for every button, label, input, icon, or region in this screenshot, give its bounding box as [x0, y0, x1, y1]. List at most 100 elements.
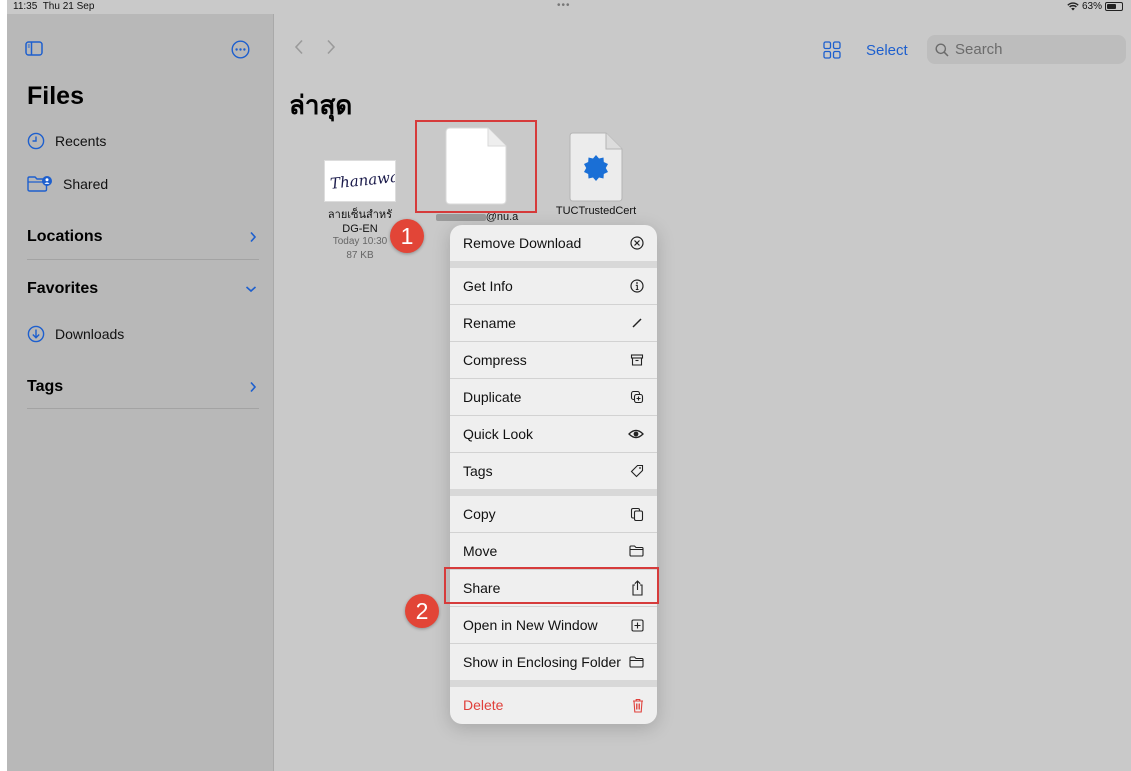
sidebar-item-label: Shared — [63, 176, 109, 192]
ipad-screen: 11:35 Thu 21 Sep ••• 63% Files Recents S… — [7, 0, 1131, 771]
chevron-down-icon — [245, 286, 257, 293]
sidebar-item-shared[interactable]: Shared — [27, 175, 108, 193]
sidebar-toggle-button[interactable] — [25, 41, 43, 61]
sidebar-title: Files — [27, 82, 84, 110]
shared-folder-icon — [27, 176, 52, 192]
menu-item-label: Quick Look — [463, 426, 534, 442]
context-menu: Remove Download Get Info Rename Compress… — [450, 225, 657, 724]
file-name: ลายเซ็นสําหรั — [327, 209, 393, 221]
ellipsis-circle-icon — [231, 40, 250, 59]
status-time-date: 11:35 Thu 21 Sep — [13, 1, 94, 12]
wifi-icon — [1067, 2, 1079, 11]
menu-item-label: Copy — [463, 506, 496, 522]
battery-percent: 63% — [1081, 1, 1102, 12]
menu-item-delete[interactable]: Delete — [450, 687, 657, 723]
sidebar-section-locations[interactable]: Locations — [27, 228, 257, 246]
view-mode-button[interactable] — [823, 41, 841, 64]
menu-item-move[interactable]: Move — [450, 533, 657, 569]
battery-icon — [1105, 2, 1123, 11]
signature-image: Thanawal — [329, 167, 396, 193]
info-icon — [630, 279, 644, 293]
annotation-highlight-file — [415, 120, 537, 213]
divider — [27, 408, 259, 409]
file-item-cert[interactable]: TUCTrustedCert — [546, 132, 646, 217]
menu-group-separator — [450, 261, 657, 268]
eye-icon — [628, 429, 644, 439]
sidebar-item-label: Recents — [55, 133, 107, 149]
file-size: 87 KB — [346, 250, 374, 261]
section-label: Locations — [27, 228, 103, 245]
archivebox-icon — [630, 354, 644, 366]
menu-item-label: Compress — [463, 352, 527, 368]
sidebar-section-tags[interactable]: Tags — [27, 378, 257, 396]
menu-item-label: Get Info — [463, 278, 513, 294]
pencil-icon — [632, 318, 642, 328]
redacted-text — [435, 213, 486, 221]
main-content: Select Search ล่าสุด Thanawal ลายเซ็นสํา… — [274, 14, 1131, 771]
sidebar-icon — [25, 41, 43, 56]
menu-item-compress[interactable]: Compress — [450, 342, 657, 378]
menu-item-get-info[interactable]: Get Info — [450, 268, 657, 304]
annotation-badge-2: 2 — [405, 594, 439, 628]
file-name: TUCTrustedCert — [555, 205, 637, 217]
sidebar: Files Recents Shared Locations Favorites… — [7, 14, 274, 771]
menu-group-separator — [450, 489, 657, 496]
section-label: Favorites — [27, 280, 99, 297]
tag-icon — [630, 464, 644, 478]
menu-item-label: Move — [463, 543, 498, 559]
menu-group-separator — [450, 680, 657, 687]
sidebar-item-downloads[interactable]: Downloads — [27, 325, 124, 343]
section-label: Tags — [27, 378, 64, 395]
grid-view-icon — [823, 41, 841, 59]
clock-icon — [27, 132, 45, 150]
battery-level — [1107, 4, 1116, 9]
menu-item-label: Show in Enclosing Folder — [463, 654, 621, 670]
copy-icon — [630, 507, 644, 521]
chevron-right-icon — [250, 231, 257, 243]
chevron-right-icon — [250, 381, 257, 393]
navigation-arrows — [294, 39, 336, 55]
select-button[interactable]: Select — [866, 42, 908, 59]
certificate-icon — [569, 132, 623, 202]
sidebar-section-favorites[interactable]: Favorites — [27, 280, 257, 298]
trash-icon — [633, 698, 643, 713]
x-circle-icon — [630, 236, 644, 250]
menu-item-label: Tags — [463, 463, 493, 479]
status-bar: 11:35 Thu 21 Sep ••• 63% — [7, 0, 1131, 14]
status-date: Thu 21 Sep — [42, 1, 95, 12]
search-field[interactable]: Search — [927, 35, 1126, 64]
menu-item-label: Open in New Window — [463, 617, 598, 633]
menu-item-remove-download[interactable]: Remove Download — [450, 225, 657, 261]
menu-item-tags[interactable]: Tags — [450, 453, 657, 489]
status-right: 63% — [1067, 1, 1123, 12]
menu-item-open-new-window[interactable]: Open in New Window — [450, 607, 657, 643]
sidebar-item-label: Downloads — [55, 326, 125, 342]
search-icon — [935, 43, 949, 57]
forward-arrow-icon[interactable] — [326, 39, 336, 55]
menu-item-quick-look[interactable]: Quick Look — [450, 416, 657, 452]
search-placeholder: Search — [955, 41, 1003, 58]
menu-item-show-enclosing-folder[interactable]: Show in Enclosing Folder — [450, 644, 657, 680]
status-time: 11:35 — [13, 1, 38, 12]
menu-item-copy[interactable]: Copy — [450, 496, 657, 532]
menu-item-label: Rename — [463, 315, 516, 331]
annotation-badge-1: 1 — [390, 219, 424, 253]
menu-item-label: Remove Download — [463, 235, 582, 251]
menu-item-duplicate[interactable]: Duplicate — [450, 379, 657, 415]
folder-icon — [629, 545, 644, 557]
sidebar-item-recents[interactable]: Recents — [27, 132, 106, 150]
divider — [27, 259, 259, 260]
menu-item-label: Delete — [463, 697, 504, 713]
plus-square-icon — [631, 618, 644, 632]
multitasking-dots[interactable]: ••• — [557, 0, 571, 11]
more-options-button[interactable] — [231, 40, 250, 64]
menu-item-label: Duplicate — [463, 389, 522, 405]
download-circle-icon — [27, 325, 45, 343]
file-thumbnail: Thanawal — [324, 160, 396, 202]
duplicate-icon — [630, 390, 644, 404]
menu-item-rename[interactable]: Rename — [450, 305, 657, 341]
folder-icon — [629, 656, 644, 668]
page-title: ล่าสุด — [289, 90, 353, 120]
annotation-highlight-share — [444, 567, 659, 604]
back-arrow-icon[interactable] — [294, 39, 304, 55]
